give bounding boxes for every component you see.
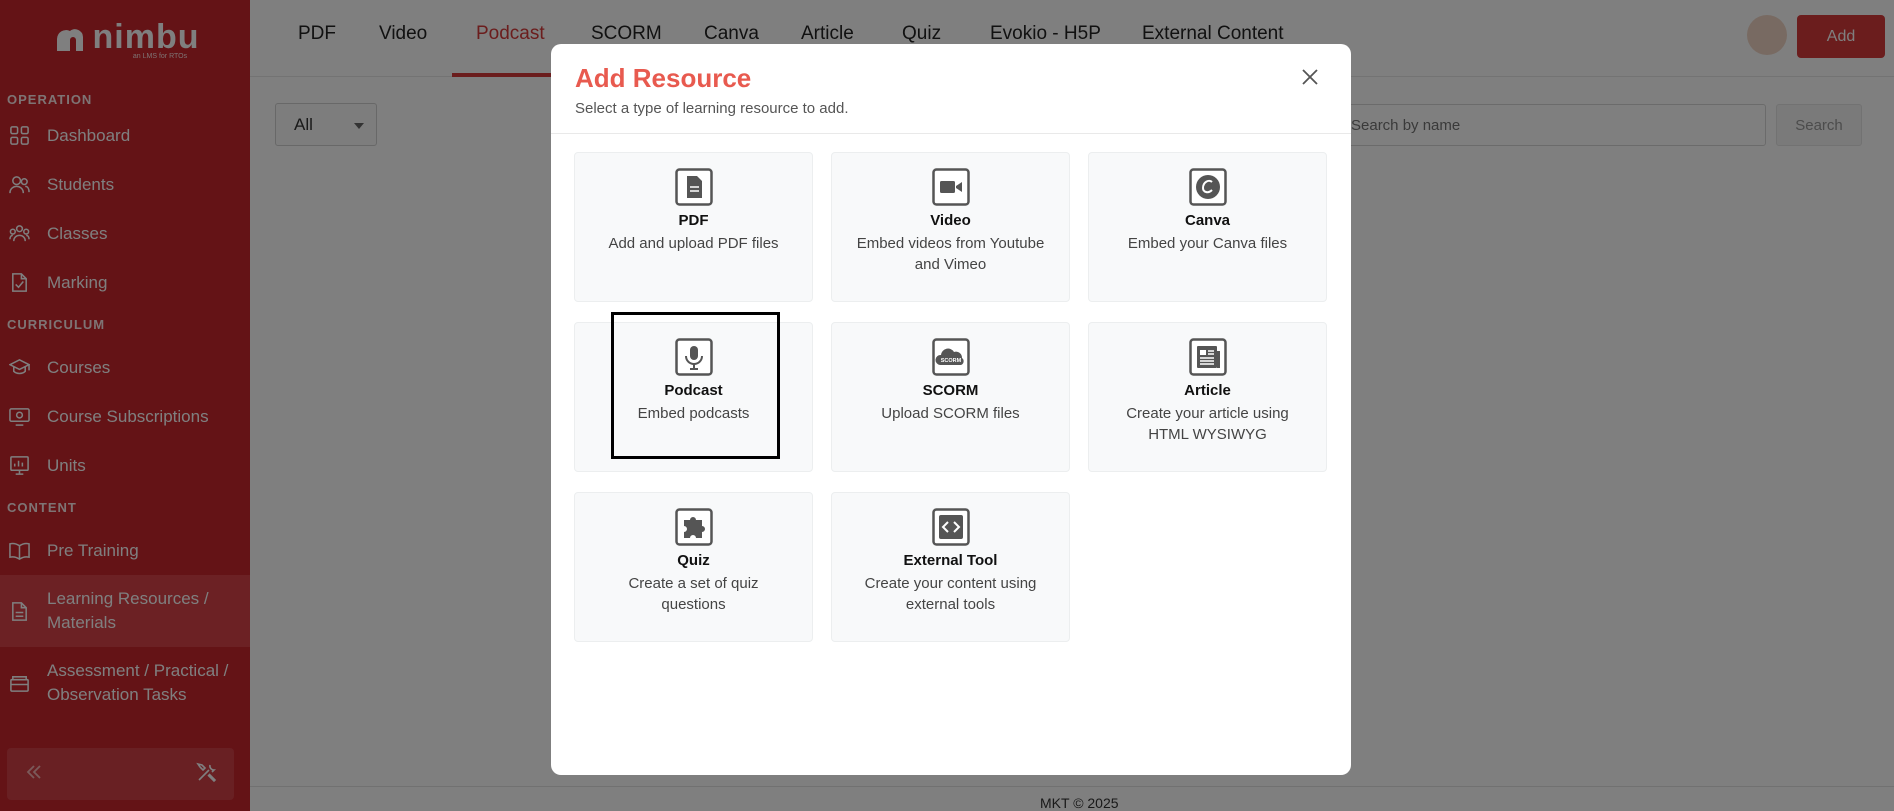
card-description: Embed podcasts (637, 405, 750, 422)
microphone-icon (674, 338, 713, 376)
resource-card-pdf[interactable]: PDF Add and upload PDF files (574, 152, 813, 302)
resource-card-article[interactable]: Article Create your article using HTML W… (1088, 322, 1327, 472)
scorm-badge-text: SCORM (940, 358, 961, 364)
card-title: SCORM (922, 382, 979, 399)
resource-card-external-tool[interactable]: External Tool Create your content using … (831, 492, 1070, 642)
card-description: Create your article using HTML WYSIWYG (1126, 405, 1289, 443)
card-title: Video (930, 212, 971, 229)
close-button[interactable] (1299, 66, 1321, 88)
pdf-file-icon (674, 168, 713, 206)
card-title: Podcast (664, 382, 723, 399)
card-description: Create a set of quiz questions (628, 575, 759, 613)
card-title: Canva (1184, 212, 1231, 229)
scorm-cloud-icon: SCORM (931, 338, 970, 376)
puzzle-icon (674, 508, 713, 546)
code-icon (931, 508, 970, 546)
video-camera-icon (931, 168, 970, 206)
modal-header: Add Resource Select a type of learning r… (551, 44, 1351, 134)
card-description: Upload SCORM files (881, 405, 1020, 422)
newspaper-icon (1188, 338, 1227, 376)
modal-subtitle: Select a type of learning resource to ad… (575, 100, 849, 117)
resource-card-scorm[interactable]: SCORM SCORM Upload SCORM files (831, 322, 1070, 472)
card-title: Quiz (677, 552, 710, 569)
resource-card-canva[interactable]: Canva Embed your Canva files (1088, 152, 1327, 302)
card-description: Embed videos from Youtube and Vimeo (856, 235, 1045, 273)
card-description: Create your content using external tools (864, 575, 1037, 613)
card-description: Embed your Canva files (1127, 235, 1288, 252)
resource-card-quiz[interactable]: Quiz Create a set of quiz questions (574, 492, 813, 642)
resource-card-podcast[interactable]: Podcast Embed podcasts (574, 312, 813, 472)
card-title: External Tool (903, 552, 998, 569)
canva-icon (1188, 168, 1227, 206)
card-title: PDF (678, 212, 709, 229)
card-title: Article (1184, 382, 1231, 399)
add-resource-modal: Add Resource Select a type of learning r… (551, 44, 1351, 775)
resource-card-video[interactable]: Video Embed videos from Youtube and Vime… (831, 152, 1070, 302)
card-description: Add and upload PDF files (608, 235, 779, 252)
close-icon (1302, 69, 1318, 85)
modal-title: Add Resource (575, 63, 752, 93)
